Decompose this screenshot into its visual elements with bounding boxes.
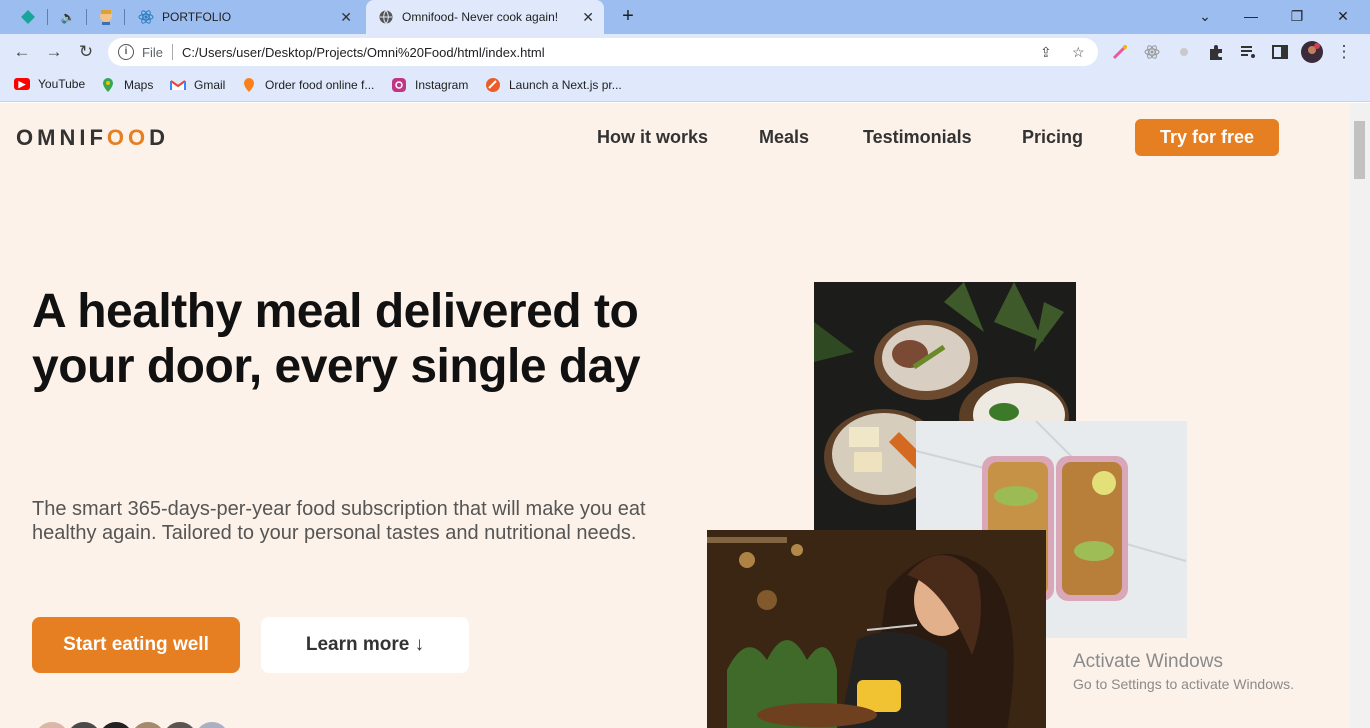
tab-title: Omnifood- Never cook again! (402, 10, 559, 24)
restore-button[interactable]: ❐ (1274, 0, 1320, 32)
extension-puzzle-faded-icon[interactable] (1175, 43, 1193, 61)
logo-infinity-oo: OO (106, 125, 150, 150)
learn-more-button[interactable]: Learn more ↓ (261, 617, 469, 673)
globe-icon (379, 10, 393, 24)
bookmark-instagram[interactable]: Instagram (391, 77, 468, 93)
scheme-label: File (142, 44, 163, 60)
side-panel-icon[interactable] (1271, 43, 1289, 61)
customer-avatars (32, 719, 232, 728)
avatar (128, 719, 168, 728)
gmail-icon (170, 80, 186, 90)
hero-description: The smart 365-days-per-year food subscri… (32, 498, 646, 544)
avatar (192, 719, 232, 728)
bookmark-label: Launch a Next.js pr... (509, 78, 622, 92)
watermark-subtitle: Go to Settings to activate Windows. (1073, 676, 1294, 692)
swiggy-icon (244, 78, 254, 92)
react-devtools-icon[interactable] (1143, 43, 1161, 61)
pinned-tab-avatar[interactable] (88, 6, 124, 28)
try-for-free-button[interactable]: Try for free (1135, 119, 1279, 156)
bookmarks-bar: ▶ YouTube Maps Gmail Order food online f… (0, 70, 1370, 102)
cartoon-avatar-icon (100, 10, 112, 25)
bookmark-maps[interactable]: Maps (100, 77, 153, 93)
youtube-icon: ▶ (14, 78, 30, 90)
omnifood-page: OMNIFOOD How it works Meals Testimonials… (0, 103, 1350, 728)
tab-search-chevron-icon[interactable]: ⌄ (1182, 0, 1228, 32)
media-playlist-icon[interactable] (1239, 43, 1257, 61)
url-text[interactable]: C:/Users/user/Desktop/Projects/Omni%20Fo… (182, 45, 545, 60)
bookmark-star-icon[interactable]: ☆ (1072, 44, 1085, 61)
new-tab-button[interactable]: + (616, 4, 640, 28)
nav-meals[interactable]: Meals (759, 127, 809, 148)
profile-avatar[interactable] (1301, 41, 1323, 63)
start-eating-well-button[interactable]: Start eating well (32, 617, 240, 673)
tab-separator (86, 9, 87, 25)
avatar (32, 719, 72, 728)
watermark-title: Activate Windows (1073, 651, 1223, 672)
speaker-icon: 🔈 (60, 10, 76, 24)
woman-eating-illustration (707, 530, 1046, 728)
browser-tab-bar: 🔈 PORTFOLIO ✕ Omnifood- Never cook again… (0, 0, 1370, 34)
tab-separator (47, 9, 48, 25)
logo-text-prefix: OMNIF (16, 125, 107, 150)
react-icon (138, 10, 154, 24)
bookmark-label: Maps (124, 78, 154, 92)
nav-how-it-works[interactable]: How it works (597, 127, 708, 148)
info-icon[interactable]: i (118, 44, 134, 60)
maps-icon (103, 78, 113, 92)
bookmark-label: Gmail (194, 78, 226, 92)
omnifood-logo[interactable]: OMNIFOOD (16, 125, 169, 151)
reload-icon[interactable]: ↻ (74, 40, 98, 64)
tab-omnifood[interactable]: Omnifood- Never cook again! ✕ (366, 0, 604, 34)
hero-image-woman-eating (707, 530, 1046, 728)
avatar (96, 719, 136, 728)
windows-activation-watermark: Activate Windows Go to Settings to activ… (1073, 651, 1294, 692)
tab-separator (124, 9, 125, 25)
instagram-icon (392, 78, 406, 92)
bookmark-label: YouTube (38, 77, 86, 91)
address-bar[interactable]: i File C:/Users/user/Desktop/Projects/Om… (108, 38, 1098, 66)
bookmark-swiggy[interactable]: Order food online f... (241, 77, 374, 93)
avatar (64, 719, 104, 728)
next-icon (486, 78, 500, 92)
nav-testimonials[interactable]: Testimonials (863, 127, 972, 148)
more-menu-icon[interactable]: ⋮ (1332, 40, 1356, 64)
browser-toolbar: ← → ↻ i File C:/Users/user/Desktop/Proje… (0, 34, 1370, 70)
minimize-button[interactable]: — (1228, 0, 1274, 32)
tab-portfolio[interactable]: PORTFOLIO ✕ (130, 0, 362, 34)
diamond-icon (21, 10, 35, 24)
close-tab-icon[interactable]: ✕ (582, 9, 594, 26)
bookmark-youtube[interactable]: ▶ YouTube (14, 77, 85, 91)
nav-pricing[interactable]: Pricing (1022, 127, 1083, 148)
color-picker-icon[interactable] (1111, 43, 1129, 61)
bookmark-label: Instagram (415, 78, 469, 92)
hero-title: A healthy meal delivered to your door, e… (32, 285, 641, 393)
tab-title: PORTFOLIO (162, 10, 232, 24)
address-separator (171, 44, 173, 60)
bookmark-label: Order food online f... (265, 78, 375, 92)
bookmark-nextjs[interactable]: Launch a Next.js pr... (485, 77, 622, 93)
scrollbar-thumb[interactable] (1354, 121, 1365, 179)
share-icon[interactable]: ⇪ (1040, 44, 1052, 61)
back-arrow-icon[interactable]: ← (10, 40, 34, 64)
bookmark-gmail[interactable]: Gmail (170, 77, 225, 93)
logo-text-suffix: D (149, 125, 170, 150)
page-scrollbar[interactable] (1350, 103, 1370, 728)
close-tab-icon[interactable]: ✕ (340, 9, 352, 26)
pinned-tab-audio[interactable]: 🔈 (50, 6, 86, 28)
close-window-button[interactable]: ✕ (1320, 0, 1366, 32)
pinned-tab-diamond[interactable] (10, 6, 46, 28)
extensions-puzzle-icon[interactable] (1207, 43, 1225, 61)
forward-arrow-icon[interactable]: → (42, 40, 66, 64)
avatar (160, 719, 200, 728)
